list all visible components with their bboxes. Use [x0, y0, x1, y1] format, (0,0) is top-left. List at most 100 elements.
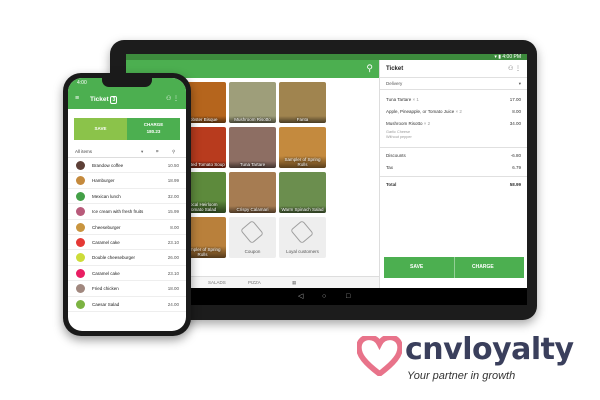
item-tile-label: Crispy Calamari [229, 206, 276, 213]
save-button[interactable]: SAVE [410, 264, 423, 270]
category-filter[interactable]: All items ▾ ⌗ ⚲ [68, 146, 186, 158]
item-tile[interactable]: Sampler of Spring Rolls [279, 127, 326, 168]
list-item[interactable]: Caramel cake 23.10 [68, 266, 186, 282]
item-name: Hamburger [92, 178, 115, 184]
discounts-label: Discounts [386, 153, 406, 158]
barcode-scan-icon[interactable]: ⌗ [156, 146, 159, 158]
item-price: 26.00 [167, 255, 179, 261]
item-thumbnail [76, 237, 85, 247]
item-name: Brandow coffee [92, 163, 124, 168]
item-tile[interactable]: Crispy Calamari [229, 172, 276, 213]
list-item[interactable]: Brandow coffee 10.50 [68, 158, 186, 174]
item-thumbnail [76, 299, 85, 309]
item-name: Caesar Salad [92, 301, 120, 307]
chevron-down-icon: ▾ [518, 81, 521, 86]
tax-label: Tax [386, 165, 394, 170]
item-tile-label: Fanta [279, 116, 326, 123]
item-name: Double cheeseburger [92, 255, 136, 261]
item-thumbnail [76, 253, 85, 263]
item-price: 24.00 [167, 301, 179, 307]
item-price: 18.99 [167, 178, 179, 184]
item-price: 23.10 [167, 239, 179, 245]
ticket-line-amount: 17.00 [509, 97, 521, 102]
ticket-header: Ticket ⚇ ⋮ [380, 60, 527, 78]
ticket-line[interactable]: Apple, Pineapple, or Tomato Juice × 2 8.0… [380, 106, 527, 118]
list-item[interactable]: Mexican lunch 32.00 [68, 189, 186, 205]
total-row: Total 58.99 [380, 179, 527, 191]
home-icon[interactable]: ○ [322, 288, 326, 305]
phone-ticket-title: Ticket 3 [90, 96, 118, 104]
list-item[interactable]: Double cheeseburger 26.00 [68, 250, 186, 266]
ticket-line-qty: × 1 [412, 97, 419, 102]
item-tile[interactable]: Tuna Tartare [229, 127, 276, 168]
marketing-composite: ▾ ▮ 4:00 PM ⚲ FantaLobster BisqueMushroo… [0, 0, 600, 400]
phone-charge-amount: 180.23 [146, 129, 161, 134]
phone-actions-icon[interactable]: ⚇ ⋮ [166, 95, 179, 102]
phone-title-text: Ticket [90, 96, 109, 103]
item-price: 32.00 [167, 193, 179, 199]
phone-screen: 4:00 ≡ Ticket 3 ⚇ ⋮ SAVE CHARGE 180.23 A… [68, 78, 186, 331]
menu-icon[interactable]: ≡ [75, 95, 79, 102]
charge-button[interactable]: CHARGE [472, 264, 494, 270]
phone-action-bar: SAVE CHARGE 180.23 [74, 118, 180, 140]
discounts-row: Discounts -6.80 [380, 150, 527, 162]
ticket-line-amount: 34.00 [509, 121, 521, 126]
list-item[interactable]: Fried chicken 18.00 [68, 281, 186, 297]
item-tile-label: Loyal customers [286, 249, 319, 254]
brand-tagline: Your partner in growth [407, 370, 516, 382]
list-item[interactable]: Hamburger 18.99 [68, 173, 186, 189]
item-tile[interactable]: Mushroom Risotto [229, 82, 276, 123]
phone-device: 4:00 ≡ Ticket 3 ⚇ ⋮ SAVE CHARGE 180.23 A… [63, 73, 191, 336]
phone-save-button[interactable]: SAVE [74, 126, 127, 131]
phone-charge-label: CHARGE [143, 122, 164, 127]
tax-value: 6.79 [512, 165, 521, 170]
list-item[interactable]: Caramel cake 23.10 [68, 235, 186, 251]
ticket-line[interactable]: Tuna Tartare × 1 17.00 [380, 94, 527, 106]
item-tile[interactable]: Warm Spinach Salad [279, 172, 326, 213]
ticket-actions-icon[interactable]: ⚇ ⋮ [508, 60, 521, 78]
item-name: Caramel cake [92, 270, 120, 276]
item-thumbnail [76, 268, 85, 278]
phone-notch [102, 78, 152, 87]
item-tile-label: Warm Spinach Salad [279, 206, 326, 213]
item-price: 10.50 [167, 163, 179, 168]
ticket-line-name: Tuna Tartare [386, 97, 412, 102]
ticket-line-qty: × 2 [423, 121, 431, 126]
brand-name: cnvloyalty [405, 332, 574, 367]
ticket-panel: Ticket ⚇ ⋮ Delivery ▾ Tuna Tartare × 1 17… [379, 60, 527, 288]
search-icon[interactable]: ⚲ [172, 146, 175, 158]
item-tile[interactable]: Coupon [229, 217, 276, 258]
item-thumbnail [76, 222, 85, 232]
list-item[interactable]: Ice cream with fresh fruits 15.99 [68, 204, 186, 220]
item-thumbnail [76, 161, 85, 170]
ticket-line-name: Mushroom Risotto [386, 121, 423, 126]
heart-icon [357, 336, 402, 376]
ticket-line[interactable]: Mushroom Risotto × 2 34.00 [380, 118, 527, 130]
item-tile[interactable]: Fanta [279, 82, 326, 123]
item-name: Cheeseburger [92, 224, 121, 230]
ticket-title: Ticket [386, 66, 404, 72]
modifier-2: Without pepper [386, 134, 412, 139]
total-label: Total [386, 182, 397, 187]
order-type-select[interactable]: Delivery ▾ [380, 78, 527, 90]
item-name: Mexican lunch [92, 193, 121, 199]
tag-icon [290, 219, 314, 245]
ticket-action-bar: SAVE CHARGE [384, 257, 524, 278]
search-icon[interactable]: ⚲ [366, 63, 373, 74]
item-name: Fried chicken [92, 286, 119, 292]
brand-logo: cnvloyalty Your partner in growth [357, 332, 597, 392]
total-value: 58.99 [509, 182, 521, 187]
list-item[interactable]: Caesar Salad 24.00 [68, 297, 186, 312]
ticket-line-name: Apple, Pineapple, or Tomato Juice [386, 109, 455, 114]
item-price: 18.00 [167, 286, 179, 292]
item-price: 15.99 [167, 209, 179, 215]
phone-charge-button[interactable]: CHARGE 180.23 [127, 118, 180, 140]
back-icon[interactable]: ◁ [298, 288, 303, 305]
item-tile[interactable]: Loyal customers [279, 217, 326, 258]
list-item[interactable]: Cheeseburger 8.00 [68, 220, 186, 235]
order-type-value: Delivery [386, 81, 403, 86]
recents-icon[interactable]: □ [346, 288, 350, 305]
item-name: Caramel cake [92, 239, 120, 245]
item-thumbnail [76, 207, 85, 217]
ticket-lines: Tuna Tartare × 1 17.00 Apple, Pineapple, o… [380, 94, 527, 130]
